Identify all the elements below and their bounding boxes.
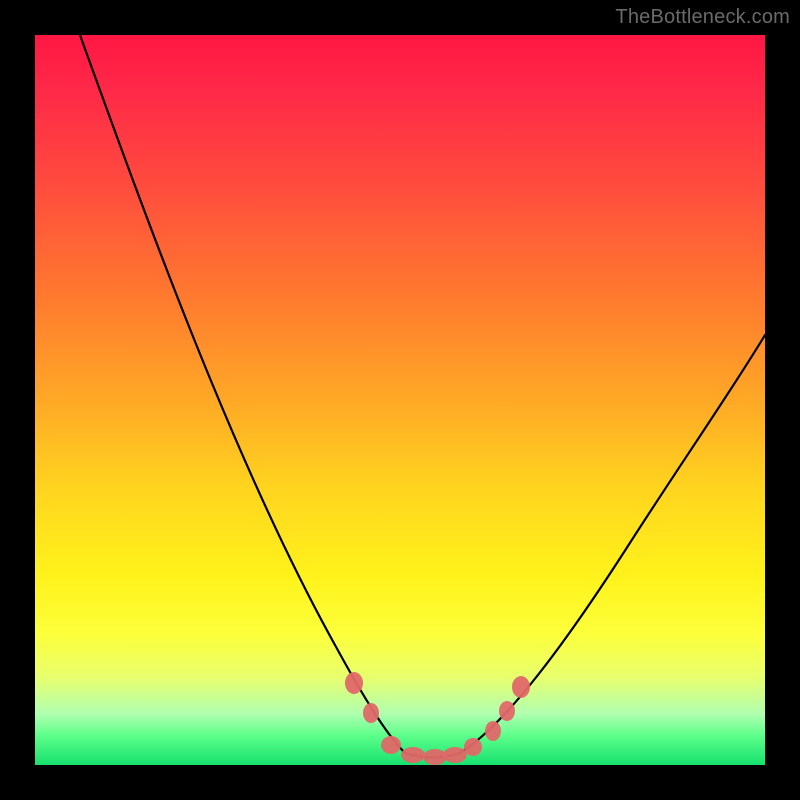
marker-point	[464, 738, 482, 756]
chart-frame: TheBottleneck.com	[0, 0, 800, 800]
marker-point	[512, 676, 530, 698]
marker-point	[345, 672, 363, 694]
marker-point	[499, 701, 515, 721]
curve-left-branch	[80, 35, 405, 753]
curve-right-branch	[460, 335, 765, 753]
marker-point	[381, 736, 401, 754]
watermark-text: TheBottleneck.com	[615, 6, 790, 29]
marker-point	[363, 703, 379, 723]
marker-group	[345, 672, 530, 765]
curve-layer	[35, 35, 765, 765]
marker-point	[485, 721, 501, 741]
marker-point	[443, 747, 467, 763]
marker-point	[401, 747, 425, 763]
plot-area	[35, 35, 765, 765]
